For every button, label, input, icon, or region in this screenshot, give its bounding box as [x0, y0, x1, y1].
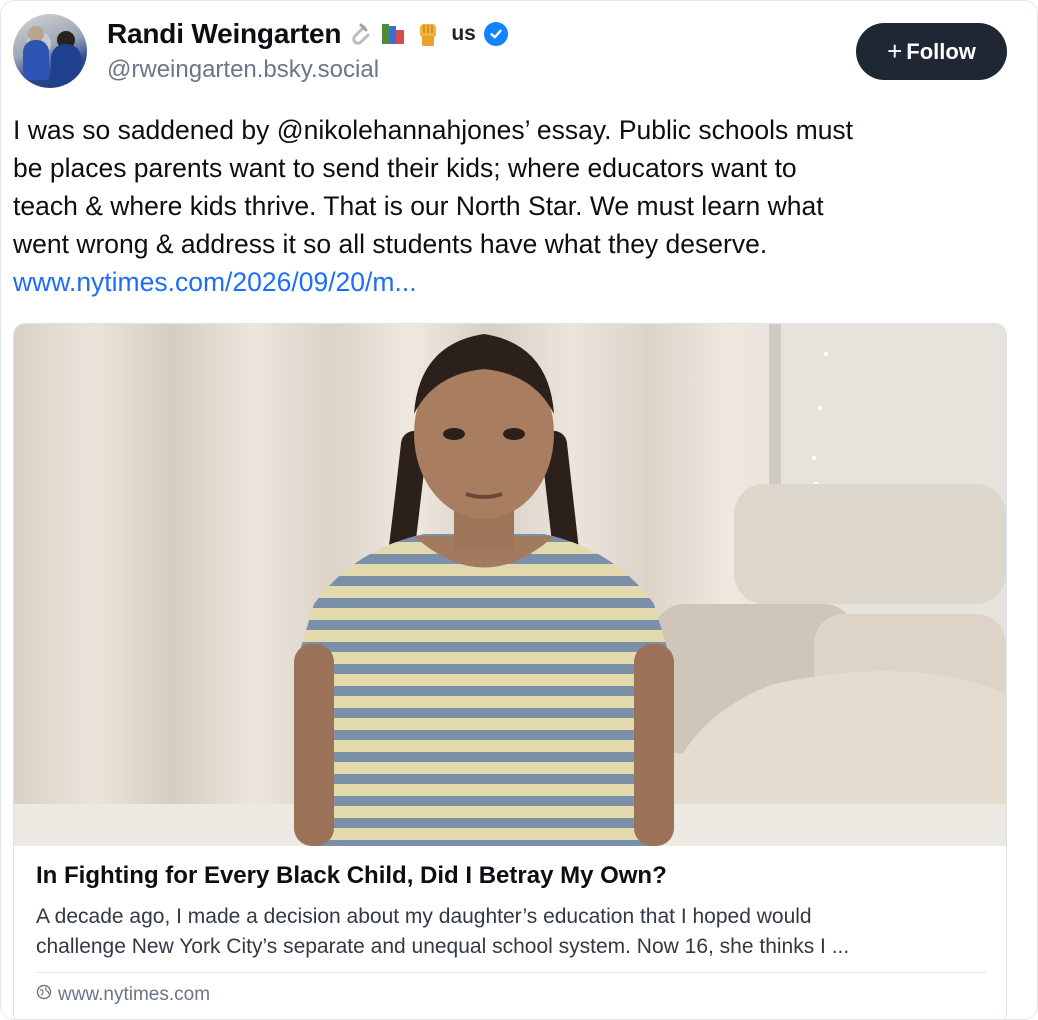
post-text-line: I was so saddened by @nikolehannahjones’… [13, 115, 854, 145]
author-name-row: Randi Weingarten us [107, 16, 508, 52]
verified-badge-icon [483, 22, 508, 46]
author-display-name[interactable]: Randi Weingarten [107, 18, 342, 50]
books-icon [379, 21, 407, 47]
post-text-line: be places parents want to send their kid… [13, 153, 797, 183]
post-text-line: went wrong & address it so all students … [13, 229, 768, 259]
preview-description-line: A decade ago, I made a decision about my… [36, 905, 812, 928]
post-card[interactable]: Randi Weingarten us @rweingarten.bsky.so… [0, 0, 1038, 1020]
preview-description: A decade ago, I made a decision about my… [36, 902, 986, 962]
plus-icon: + [887, 35, 903, 66]
raised-fist-icon [415, 20, 441, 48]
preview-source: www.nytimes.com [36, 984, 210, 1006]
post-text-line: teach & where kids thrive. That is our N… [13, 191, 824, 221]
preview-description-line: challenge New York City’s separate and u… [36, 935, 850, 958]
preview-image [14, 324, 1006, 846]
author-handle[interactable]: @rweingarten.bsky.social [107, 56, 379, 84]
post-text: I was so saddened by @nikolehannahjones’… [13, 111, 1018, 301]
follow-button[interactable]: + Follow [856, 23, 1007, 80]
author-avatar[interactable] [13, 14, 87, 88]
globe-icon [36, 984, 52, 1006]
preview-title: In Fighting for Every Black Child, Did I… [36, 862, 667, 889]
country-code-label: us [451, 22, 476, 45]
paperclip-icon [349, 21, 371, 47]
link-preview-card[interactable]: In Fighting for Every Black Child, Did I… [13, 323, 1007, 1019]
preview-source-domain: www.nytimes.com [58, 984, 211, 1005]
post-link[interactable]: www.nytimes.com/2026/09/20/m... [13, 263, 1018, 301]
follow-button-label: Follow [906, 38, 976, 64]
preview-divider [36, 972, 986, 973]
